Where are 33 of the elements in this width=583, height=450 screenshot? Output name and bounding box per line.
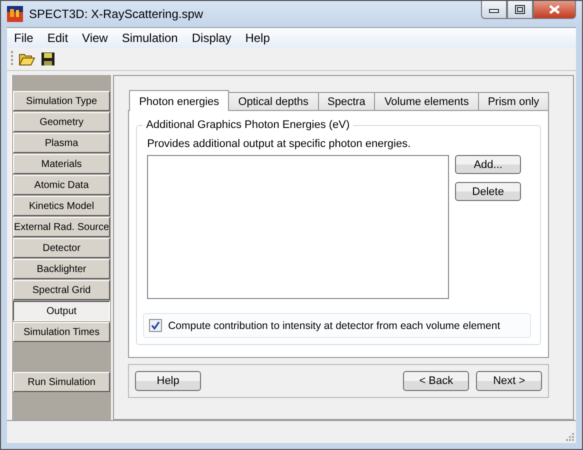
list-action-button[interactable]: Add... — [455, 155, 522, 174]
sidebar-item[interactable]: Backlighter — [13, 259, 110, 279]
sidebar-item[interactable]: Output — [13, 301, 110, 321]
tab[interactable]: Volume elements — [374, 92, 479, 110]
tab[interactable]: Optical depths — [228, 92, 319, 110]
sidebar-item[interactable]: Plasma — [13, 133, 110, 153]
sidebar-item[interactable]: Materials — [13, 154, 110, 174]
tab[interactable]: Prism only — [478, 92, 550, 110]
description-text: Provides additional output at specific photon energies. — [147, 138, 412, 150]
group-title: Additional Graphics Photon Energies (eV) — [143, 119, 353, 131]
window-title: SPECT3D: X-RayScattering.spw — [29, 7, 204, 21]
run-simulation-button[interactable]: Run Simulation — [13, 372, 110, 392]
menu-item[interactable]: Edit — [40, 31, 76, 45]
navigation-button[interactable]: Next > — [476, 371, 542, 391]
sidebar-item[interactable]: Simulation Times — [13, 322, 110, 342]
tab[interactable]: Spectra — [318, 92, 376, 110]
checkbox-label: Compute contribution to intensity at detector from each volume element — [168, 320, 500, 332]
sidebar-item[interactable]: External Rad. Source — [13, 217, 110, 237]
sidebar-item[interactable]: Detector — [13, 238, 110, 258]
sidebar-item[interactable]: Atomic Data — [13, 175, 110, 195]
navigation-button[interactable]: < Back — [403, 371, 470, 391]
menu-item[interactable]: View — [75, 31, 115, 45]
menu-item[interactable]: Display — [184, 31, 238, 45]
sidebar-item[interactable]: Simulation Type — [13, 91, 110, 111]
sidebar-item[interactable]: Kinetics Model — [13, 196, 110, 216]
help-button[interactable]: Help — [135, 371, 202, 391]
sidebar-item[interactable]: Geometry — [13, 112, 110, 132]
tab[interactable]: Photon energies — [129, 90, 230, 111]
menu-item[interactable]: File — [7, 31, 40, 45]
sidebar-item[interactable]: Spectral Grid — [13, 280, 110, 300]
menu-item[interactable]: Simulation — [114, 31, 185, 45]
list-action-button[interactable]: Delete — [455, 182, 522, 201]
menu-item[interactable]: Help — [238, 31, 277, 45]
